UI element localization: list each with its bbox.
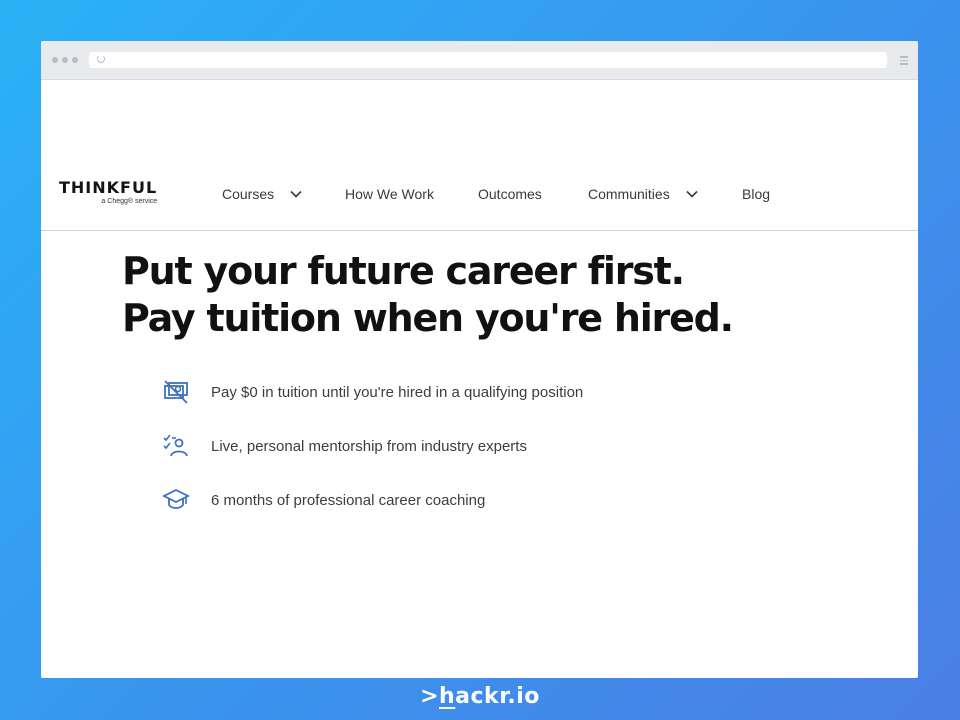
mentor-checklist-icon xyxy=(163,434,188,457)
window-dot-maximize[interactable] xyxy=(72,57,78,63)
nav-item-label: Blog xyxy=(742,186,771,202)
address-bar[interactable] xyxy=(89,52,887,68)
hackr-io-logo: >hackr.io xyxy=(0,684,960,709)
browser-chrome xyxy=(41,41,918,80)
hero-heading-line-2: Pay tuition when you're hired. xyxy=(122,296,734,340)
thinkful-logo[interactable]: THINKFUL a Chegg® service xyxy=(59,180,157,206)
feature-item: Live, personal mentorship from industry … xyxy=(162,432,722,460)
site-header: THINKFUL a Chegg® service Courses How We… xyxy=(41,158,918,231)
feature-text: Pay $0 in tuition until you're hired in … xyxy=(211,384,584,401)
logo-wordmark: THINKFUL xyxy=(59,178,158,197)
feature-text: Live, personal mentorship from industry … xyxy=(211,438,527,455)
feature-item: Pay $0 in tuition until you're hired in … xyxy=(162,378,722,406)
chevron-down-icon xyxy=(290,190,302,198)
nav-item-outcomes[interactable]: Outcomes xyxy=(478,186,542,202)
logo-tagline: a Chegg® service xyxy=(101,198,158,205)
browser-window: THINKFUL a Chegg® service Courses How We… xyxy=(41,41,918,678)
nav-item-how-we-work[interactable]: How We Work xyxy=(345,186,434,202)
window-dot-minimize[interactable] xyxy=(62,57,68,63)
nav-item-courses[interactable]: Courses xyxy=(222,186,302,202)
nav-item-label: Outcomes xyxy=(478,186,542,202)
chevron-down-icon xyxy=(686,190,698,198)
window-controls xyxy=(52,57,78,63)
hero-heading-line-1: Put your future career first. xyxy=(122,249,685,293)
nav-item-blog[interactable]: Blog xyxy=(742,186,770,202)
hero-heading: Put your future career first. Pay tuitio… xyxy=(122,248,734,342)
nav-item-label: Courses xyxy=(222,186,275,202)
nav-item-label: How We Work xyxy=(345,186,434,202)
window-dot-close[interactable] xyxy=(52,57,58,63)
brand-caret: > xyxy=(420,684,439,709)
reload-icon[interactable] xyxy=(97,55,105,63)
browser-menu-icon[interactable] xyxy=(900,56,908,67)
money-cancel-icon xyxy=(164,380,188,404)
brand-rest: ackr.io xyxy=(455,684,540,709)
graduation-cap-icon xyxy=(162,488,190,509)
brand-h: h xyxy=(439,684,456,709)
feature-text: 6 months of professional career coaching xyxy=(211,492,486,509)
feature-item: 6 months of professional career coaching xyxy=(162,486,722,514)
nav-item-label: Communities xyxy=(588,186,670,202)
nav-item-communities[interactable]: Communities xyxy=(588,186,698,202)
